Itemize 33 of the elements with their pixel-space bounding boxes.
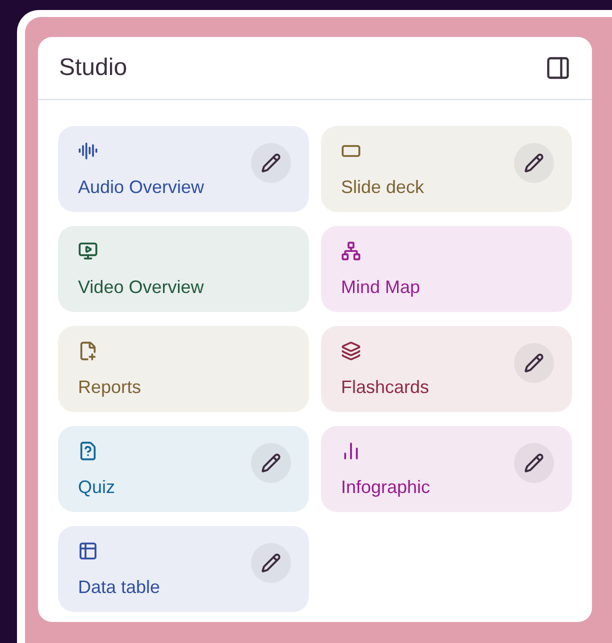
studio-tile[interactable]: Mind Map bbox=[321, 226, 572, 312]
edit-icon bbox=[524, 453, 544, 473]
edit-button[interactable] bbox=[251, 443, 291, 483]
tile-label: Reports bbox=[78, 376, 142, 399]
tile-label: Infographic bbox=[341, 476, 432, 499]
tile-label: Slide deck bbox=[341, 176, 426, 199]
tile-label: Audio Overview bbox=[78, 176, 206, 199]
tile-label: Video Overview bbox=[78, 276, 205, 299]
tile-label: Data table bbox=[78, 576, 162, 599]
edit-button[interactable] bbox=[251, 143, 291, 183]
tile-label: Flashcards bbox=[341, 376, 430, 399]
edit-button[interactable] bbox=[251, 543, 291, 583]
studio-tile[interactable]: Flashcards bbox=[321, 326, 572, 412]
edit-icon bbox=[261, 153, 281, 173]
studio-tile[interactable]: Data table bbox=[58, 526, 309, 612]
studio-tile[interactable]: Reports bbox=[58, 326, 309, 412]
edit-button[interactable] bbox=[514, 343, 554, 383]
studio-tile[interactable]: Slide deck bbox=[321, 126, 572, 212]
studio-tile[interactable]: Quiz bbox=[58, 426, 309, 512]
studio-tile[interactable]: Audio Overview bbox=[58, 126, 309, 212]
studio-tile[interactable]: Video Overview bbox=[58, 226, 309, 312]
edit-button[interactable] bbox=[514, 443, 554, 483]
edit-button[interactable] bbox=[514, 143, 554, 183]
panel-title: Studio bbox=[59, 53, 128, 83]
tile-label: Mind Map bbox=[341, 276, 422, 299]
panel-toggle-button[interactable] bbox=[545, 55, 571, 81]
edit-icon bbox=[524, 153, 544, 173]
edit-icon bbox=[261, 453, 281, 473]
edit-icon bbox=[261, 553, 281, 573]
tile-label: Quiz bbox=[78, 476, 116, 499]
edit-icon bbox=[524, 353, 544, 373]
studio-tile[interactable]: Infographic bbox=[321, 426, 572, 512]
side-panel-icon bbox=[545, 55, 571, 81]
